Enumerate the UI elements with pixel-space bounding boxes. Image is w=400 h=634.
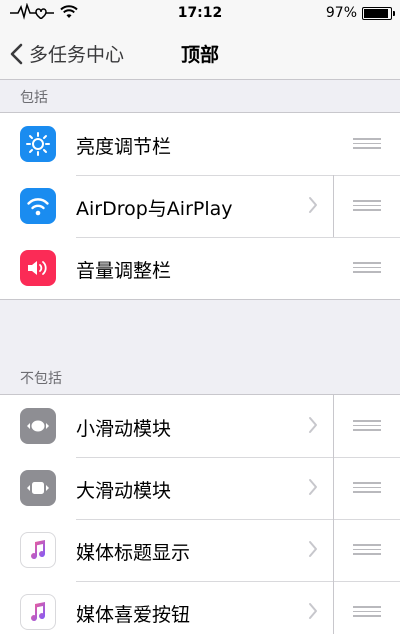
list-item-brightness[interactable]: 亮度调节栏 xyxy=(0,113,400,175)
battery-percentage: 97% xyxy=(325,5,357,21)
row-divider xyxy=(333,519,334,581)
speaker-icon xyxy=(20,250,56,286)
row-divider xyxy=(333,581,334,634)
list-item-label: 小滑动模块 xyxy=(76,418,172,440)
list-item-media-favorite[interactable]: 媒体喜爱按钮 xyxy=(0,581,400,634)
list-item-label: AirDrop与AirPlay xyxy=(76,198,233,220)
list-item-label: 大滑动模块 xyxy=(76,480,172,502)
list-item-media-title[interactable]: 媒体标题显示 xyxy=(0,519,400,581)
chevron-right-icon[interactable] xyxy=(308,196,318,214)
chevron-right-icon[interactable] xyxy=(308,540,318,558)
section-header-included: 包括 xyxy=(20,90,48,106)
small-slider-icon xyxy=(20,408,56,444)
sun-icon xyxy=(20,126,56,162)
reorder-handle-icon[interactable] xyxy=(353,138,381,150)
reorder-handle-icon[interactable] xyxy=(353,262,381,274)
chevron-right-icon[interactable] xyxy=(308,478,318,496)
music-note-icon xyxy=(20,532,56,568)
list-item-label: 媒体喜爱按钮 xyxy=(76,604,191,626)
battery-icon xyxy=(362,6,395,20)
list-item-label: 媒体标题显示 xyxy=(76,542,191,564)
page-title: 顶部 xyxy=(180,44,219,66)
large-slider-icon xyxy=(20,470,56,506)
chevron-right-icon[interactable] xyxy=(308,602,318,620)
wifi-icon xyxy=(20,188,56,224)
list-item-small-slider[interactable]: 小滑动模块 xyxy=(0,395,400,457)
reorder-handle-icon[interactable] xyxy=(353,544,381,556)
included-list: 亮度调节栏 AirDrop与AirPlay 音量调整栏 xyxy=(0,112,400,300)
list-item-label: 亮度调节栏 xyxy=(76,136,172,158)
row-divider xyxy=(333,395,334,457)
reorder-handle-icon[interactable] xyxy=(353,482,381,494)
status-bar: 17:12 97% xyxy=(0,0,400,26)
list-item-large-slider[interactable]: 大滑动模块 xyxy=(0,457,400,519)
section-header-excluded: 不包括 xyxy=(20,371,62,387)
reorder-handle-icon[interactable] xyxy=(353,200,381,212)
list-item-label: 音量调整栏 xyxy=(76,260,172,282)
list-item-volume[interactable]: 音量调整栏 xyxy=(0,237,400,299)
reorder-handle-icon[interactable] xyxy=(353,606,381,618)
row-divider xyxy=(333,175,334,237)
music-note-icon xyxy=(20,594,56,630)
excluded-list: 小滑动模块 大滑动模块 媒体标题显示 媒体喜爱按钮 xyxy=(0,394,400,634)
list-item-airdrop-airplay[interactable]: AirDrop与AirPlay xyxy=(0,175,400,237)
chevron-right-icon[interactable] xyxy=(308,416,318,434)
navigation-bar: 多任务中心 顶部 xyxy=(0,26,400,80)
reorder-handle-icon[interactable] xyxy=(353,420,381,432)
row-divider xyxy=(333,457,334,519)
